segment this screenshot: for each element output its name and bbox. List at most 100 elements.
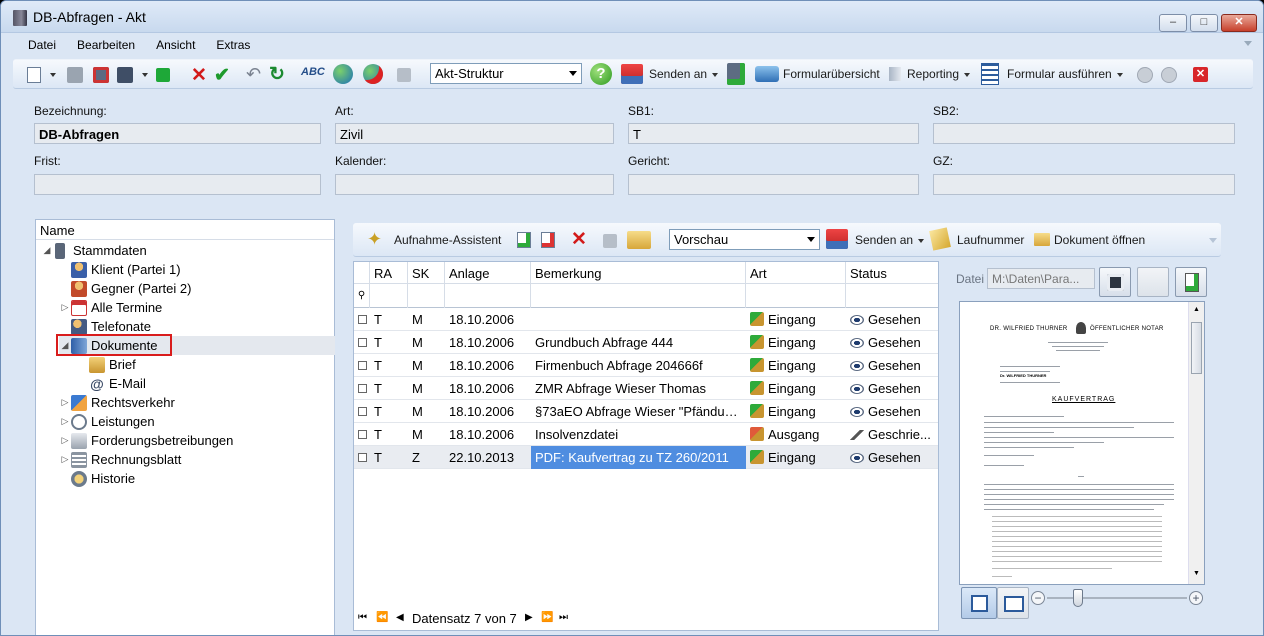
delete-icon[interactable]: ✕ <box>571 228 587 251</box>
send-to-button[interactable]: Senden an <box>649 67 719 81</box>
sb2-field[interactable] <box>933 123 1235 144</box>
menu-bearbeiten[interactable]: Bearbeiten <box>63 35 142 52</box>
tree-item-gegner[interactable]: Gegner (Partei 2) <box>59 279 191 298</box>
expand-icon[interactable]: ▷ <box>59 416 71 427</box>
row-checkbox[interactable] <box>358 338 367 347</box>
grid-header-ra[interactable]: RA <box>370 262 408 284</box>
folder-icon[interactable] <box>755 66 779 82</box>
zoom-in-icon[interactable]: + <box>1189 591 1203 605</box>
close-button[interactable]: ✕ <box>1221 14 1257 32</box>
row-checkbox[interactable] <box>358 453 367 462</box>
fit-page-button[interactable] <box>961 587 997 619</box>
tree-item-rechtsverkehr[interactable]: ▷ Rechtsverkehr <box>59 393 175 412</box>
scroll-up-icon[interactable]: ▲ <box>1193 306 1200 313</box>
art-field[interactable]: Zivil <box>335 123 614 144</box>
expand-icon[interactable]: ▷ <box>59 454 71 465</box>
bezeichnung-field[interactable]: DB-Abfragen <box>34 123 321 144</box>
reporting-button[interactable]: Reporting <box>907 67 971 81</box>
grid-filter-row[interactable]: ⚲ <box>354 284 938 308</box>
gericht-field[interactable] <box>628 174 919 195</box>
spellcheck-icon[interactable]: ABC <box>301 66 325 78</box>
laufnummer-button[interactable]: Laufnummer <box>957 233 1024 247</box>
copy-icon[interactable] <box>397 68 411 82</box>
scroll-down-icon[interactable]: ▼ <box>1193 570 1200 577</box>
row-checkbox[interactable] <box>358 407 367 416</box>
collapse-icon[interactable]: ◢ <box>41 245 53 256</box>
close-record-icon[interactable]: ✕ <box>1193 67 1208 82</box>
maximize-button[interactable]: □ <box>1190 14 1218 32</box>
record-icon[interactable] <box>156 68 170 82</box>
row-checkbox[interactable] <box>358 315 367 324</box>
gz-field[interactable] <box>933 174 1235 195</box>
remove-attachment-icon[interactable] <box>541 232 555 248</box>
expand-icon[interactable]: ▷ <box>59 435 71 446</box>
toolbar-overflow-icon[interactable] <box>1209 238 1217 243</box>
chevron-down-icon[interactable] <box>50 73 56 77</box>
folder-open-icon[interactable] <box>1034 233 1050 246</box>
structure-select[interactable]: Akt-Struktur <box>430 63 582 84</box>
table-row[interactable]: T M 18.10.2006 ZMR Abfrage Wieser Thomas Ein… <box>354 377 938 400</box>
next-record-icon[interactable]: ▶ <box>525 612 533 623</box>
row-checkbox[interactable] <box>358 384 367 393</box>
last-record-icon[interactable]: ⏭ <box>559 612 568 623</box>
refresh-icon[interactable]: ↻ <box>269 63 285 86</box>
menu-overflow-icon[interactable] <box>1244 41 1252 46</box>
file-path-field[interactable]: M:\Daten\Para... <box>987 268 1095 289</box>
first-record-icon[interactable]: ⏮ <box>358 612 367 623</box>
grid-header-sk[interactable]: SK <box>408 262 445 284</box>
frist-field[interactable] <box>34 174 321 195</box>
tree-item-stammdaten[interactable]: ◢ Stammdaten <box>41 241 147 260</box>
tree-item-klient[interactable]: Klient (Partei 1) <box>59 260 181 279</box>
send-mail-icon[interactable] <box>621 64 643 84</box>
table-row[interactable]: T M 18.10.2006 Eingang Gesehen <box>354 308 938 331</box>
minimize-button[interactable]: – <box>1159 14 1187 32</box>
row-checkbox[interactable] <box>358 361 367 370</box>
doc-send-to-button[interactable]: Senden an <box>855 233 925 247</box>
prev-record-icon[interactable]: ◀ <box>396 612 404 623</box>
add-attachment-icon[interactable] <box>517 232 531 248</box>
tree-item-email[interactable]: @ E-Mail <box>77 374 146 393</box>
tree-item-forderungen[interactable]: ▷ Forderungsbetreibungen <box>59 431 233 450</box>
globe-icon[interactable] <box>333 64 353 84</box>
globe-remove-icon[interactable] <box>363 64 383 84</box>
table-row[interactable]: T Z 22.10.2013 PDF: Kaufvertrag zu TZ 260/2… <box>354 446 938 469</box>
prev-page-icon[interactable]: ⏪ <box>376 612 388 623</box>
preview-scrollbar[interactable]: ▲ ▼ <box>1188 302 1204 584</box>
tree-item-termine[interactable]: ▷ Alle Termine <box>59 298 162 317</box>
table-row[interactable]: T M 18.10.2006 Insolvenzdatei Ausgang Geschri… <box>354 423 938 446</box>
tree-item-brief[interactable]: Brief <box>77 355 136 374</box>
table-row[interactable]: T M 18.10.2006 Grundbuch Abfrage 444 Eingang… <box>354 331 938 354</box>
zoom-out-icon[interactable]: − <box>1031 591 1045 605</box>
zoom-slider-track[interactable] <box>1047 597 1187 599</box>
report-icon[interactable] <box>889 67 901 81</box>
chevron-down-icon[interactable] <box>142 73 148 77</box>
table-row[interactable]: T M 18.10.2006 §73aEO Abfrage Wieser "Pfänd… <box>354 400 938 423</box>
new-document-icon[interactable] <box>27 67 41 83</box>
row-checkbox[interactable] <box>358 430 367 439</box>
copy-icon[interactable] <box>603 234 617 248</box>
serial-number-icon[interactable] <box>929 227 951 251</box>
empty-tool-button[interactable] <box>1137 267 1169 297</box>
menu-extras[interactable]: Extras <box>202 35 257 52</box>
preview-mode-select[interactable]: Vorschau <box>669 229 820 250</box>
kalender-field[interactable] <box>335 174 614 195</box>
expand-icon[interactable]: ▷ <box>59 397 71 408</box>
form-overview-button[interactable]: Formularübersicht <box>783 67 880 81</box>
magic-wand-icon[interactable]: ✦ <box>367 229 382 250</box>
zoom-slider-thumb[interactable] <box>1073 589 1083 607</box>
nav-down-icon[interactable] <box>1161 67 1177 83</box>
grid-header-anlage[interactable]: Anlage <box>445 262 531 284</box>
form-list-icon[interactable] <box>981 63 999 85</box>
scroll-thumb[interactable] <box>1191 322 1202 374</box>
open-folder-icon[interactable] <box>627 231 651 249</box>
menu-ansicht[interactable]: Ansicht <box>142 35 202 52</box>
nav-up-icon[interactable] <box>1137 67 1153 83</box>
next-page-icon[interactable]: ⏩ <box>541 612 553 623</box>
run-form-button[interactable]: Formular ausführen <box>1007 67 1123 81</box>
grid-header-bemerkung[interactable]: Bemerkung <box>531 262 746 284</box>
open-document-button[interactable]: Dokument öffnen <box>1054 233 1145 247</box>
add-document-icon[interactable] <box>727 63 745 85</box>
print-icon[interactable] <box>117 67 133 83</box>
sb1-field[interactable]: T <box>628 123 919 144</box>
filter-pin-icon[interactable]: ⚲ <box>354 284 370 308</box>
